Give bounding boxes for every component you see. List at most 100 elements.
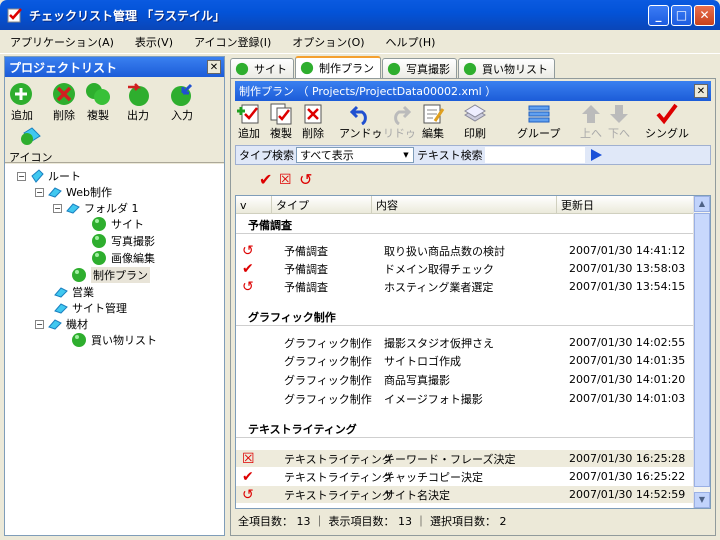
move-up-button[interactable]: 上へ <box>579 103 603 141</box>
tree-node-imageedit[interactable]: 画像編集 <box>91 250 155 266</box>
table-row[interactable]: グラフィック制作 撮影スタジオ仮押さえ 2007/01/30 14:02:55 <box>236 334 694 351</box>
scroll-thumb[interactable] <box>694 213 710 487</box>
group-header[interactable]: グラフィック制作 <box>236 308 694 326</box>
collapse-icon[interactable]: − <box>35 319 44 329</box>
add-item-button[interactable]: 追加 <box>237 103 261 141</box>
collapse-icon[interactable]: − <box>53 203 62 213</box>
tab-plan[interactable]: 制作プラン <box>295 56 381 78</box>
project-tree[interactable]: − ルート − Web制作 − フォルダ 1 サイト 写真撮影 画像編集 制作プラン … <box>5 164 224 535</box>
maximize-button[interactable]: □ <box>671 4 692 26</box>
import-button[interactable]: 入力 <box>169 81 195 123</box>
scroll-up-icon[interactable]: ▲ <box>694 196 710 212</box>
vertical-scrollbar[interactable]: ▲ ▼ <box>693 196 710 508</box>
document-pane: サイト 制作プラン 写真撮影 買い物リスト 制作プラン （ Projects/P… <box>230 56 717 536</box>
arrow-down-icon <box>610 105 628 123</box>
later-icon[interactable]: ↺ <box>242 243 260 259</box>
menu-view[interactable]: 表示(V) <box>135 34 173 50</box>
delete-icon <box>53 83 75 105</box>
project-list-pane: プロジェクトリスト ✕ 追加 削除 複製 出力 入力 アイコン −ルート − <box>4 56 225 536</box>
tab-shopping[interactable]: 買い物リスト <box>458 58 555 78</box>
table-row[interactable]: ✔ テキストライティング キャッチコピー決定 2007/01/30 16:25:22 <box>236 468 694 485</box>
col-check[interactable]: v <box>236 196 272 214</box>
filter-later-icon[interactable]: ↺ <box>299 172 315 188</box>
arrow-up-icon <box>582 105 600 123</box>
print-button[interactable]: 印刷 <box>463 103 487 141</box>
table-row[interactable]: グラフィック制作 イメージフォト撮影 2007/01/30 14:01:03 <box>236 390 694 407</box>
menu-application[interactable]: アプリケーション(A) <box>10 34 114 50</box>
chevron-down-icon[interactable]: ▼ <box>400 149 412 161</box>
checklist-table: v タイプ 内容 更新日 予備調査 ↺ 予備調査 取り扱い商品点数の検討 2007/0… <box>235 195 711 509</box>
import-icon <box>171 83 193 106</box>
col-date[interactable]: 更新日 <box>557 196 694 214</box>
undo-button[interactable]: アンドゥ <box>339 103 383 141</box>
col-type[interactable]: タイプ <box>272 196 372 214</box>
add-project-button[interactable]: 追加 <box>9 81 35 123</box>
export-button[interactable]: 出力 <box>125 81 151 123</box>
tree-node-sales[interactable]: 営業 <box>53 284 94 300</box>
group-header[interactable]: テキストライティング <box>236 420 694 438</box>
menu-help[interactable]: ヘルプ(H) <box>386 34 436 50</box>
search-go-icon[interactable] <box>590 149 602 161</box>
table-row[interactable]: ↺ 予備調査 ホスティング業者選定 2007/01/30 13:54:15 <box>236 278 694 295</box>
type-search-select[interactable]: すべて表示 ▼ <box>296 147 414 163</box>
window-title: チェックリスト管理 「ラステイル」 <box>29 8 225 23</box>
copy-project-button[interactable]: 複製 <box>85 81 111 123</box>
group-button[interactable]: グループ <box>517 103 560 141</box>
check-icon[interactable]: ✔ <box>242 469 260 485</box>
group-header[interactable]: 予備調査 <box>236 216 694 234</box>
tree-node-web[interactable]: − Web制作 <box>35 184 112 200</box>
menu-options[interactable]: オプション(O) <box>292 34 364 50</box>
later-icon[interactable]: ↺ <box>242 279 260 295</box>
diamond-icon <box>66 203 80 214</box>
table-row[interactable]: グラフィック制作 商品写真撮影 2007/01/30 14:01:20 <box>236 371 694 388</box>
single-button[interactable]: シングル <box>645 103 689 141</box>
table-row[interactable]: ↺ テキストライティング サイト名決定 2007/01/30 14:52:59 <box>236 486 694 503</box>
later-icon[interactable]: ↺ <box>242 487 260 503</box>
text-search-label: テキスト検索 <box>417 149 483 162</box>
tab-site[interactable]: サイト <box>230 58 294 78</box>
menu-icon-register[interactable]: アイコン登録(I) <box>194 34 271 50</box>
tree-node-folder1[interactable]: − フォルダ 1 <box>53 200 139 216</box>
move-down-button[interactable]: 下へ <box>607 103 631 141</box>
tree-node-sitemgmt[interactable]: サイト管理 <box>53 300 127 316</box>
icon-button[interactable]: アイコン <box>9 123 52 165</box>
close-icon[interactable]: ✕ <box>694 84 708 98</box>
check-icon[interactable]: ✔ <box>242 261 260 277</box>
close-icon[interactable]: ✕ <box>207 60 221 74</box>
tree-node-equipment[interactable]: − 機材 <box>35 316 88 332</box>
table-row[interactable]: ✔ 予備調査 ドメイン取得チェック 2007/01/30 13:58:03 <box>236 260 694 277</box>
delete-project-button[interactable]: 削除 <box>51 81 77 123</box>
tree-node-plan[interactable]: 制作プラン <box>71 267 150 283</box>
green-ball-icon <box>92 251 106 265</box>
text-search-input[interactable] <box>484 147 585 163</box>
collapse-icon[interactable]: − <box>35 187 44 197</box>
diamond-icon <box>54 303 68 314</box>
table-row[interactable]: ↺ 予備調査 取り扱い商品点数の検討 2007/01/30 14:41:12 <box>236 242 694 259</box>
green-ball-icon <box>463 62 477 75</box>
scroll-down-icon[interactable]: ▼ <box>694 492 710 508</box>
green-ball-icon <box>235 62 249 75</box>
copy-item-button[interactable]: 複製 <box>269 103 293 141</box>
export-icon <box>128 83 149 106</box>
col-content[interactable]: 内容 <box>372 196 557 214</box>
project-list-title: プロジェクトリスト <box>9 60 118 75</box>
filter-cross-icon[interactable]: ☒ <box>279 172 295 188</box>
tree-node-photo[interactable]: 写真撮影 <box>91 233 155 249</box>
table-row[interactable]: グラフィック制作 サイトロゴ作成 2007/01/30 14:01:35 <box>236 352 694 369</box>
redo-icon <box>393 105 411 125</box>
edit-button[interactable]: 編集 <box>421 103 445 141</box>
delete-item-button[interactable]: 削除 <box>301 103 325 141</box>
collapse-icon[interactable]: − <box>17 171 26 181</box>
tree-node-root[interactable]: − ルート <box>17 168 81 184</box>
redo-button[interactable]: リドゥ <box>383 103 416 141</box>
tree-node-shopping[interactable]: 買い物リスト <box>71 332 157 348</box>
cross-icon[interactable]: ☒ <box>242 451 260 467</box>
tree-node-site[interactable]: サイト <box>91 216 144 232</box>
minimize-button[interactable]: _ <box>648 4 669 26</box>
add-icon <box>10 83 32 105</box>
filter-check-icon[interactable]: ✔ <box>259 172 275 188</box>
check-icon <box>656 103 678 125</box>
tab-photo[interactable]: 写真撮影 <box>382 58 457 78</box>
close-button[interactable]: ✕ <box>694 4 715 26</box>
table-row[interactable]: ☒ テキストライティング キーワード・フレーズ決定 2007/01/30 16:25:… <box>236 450 694 467</box>
